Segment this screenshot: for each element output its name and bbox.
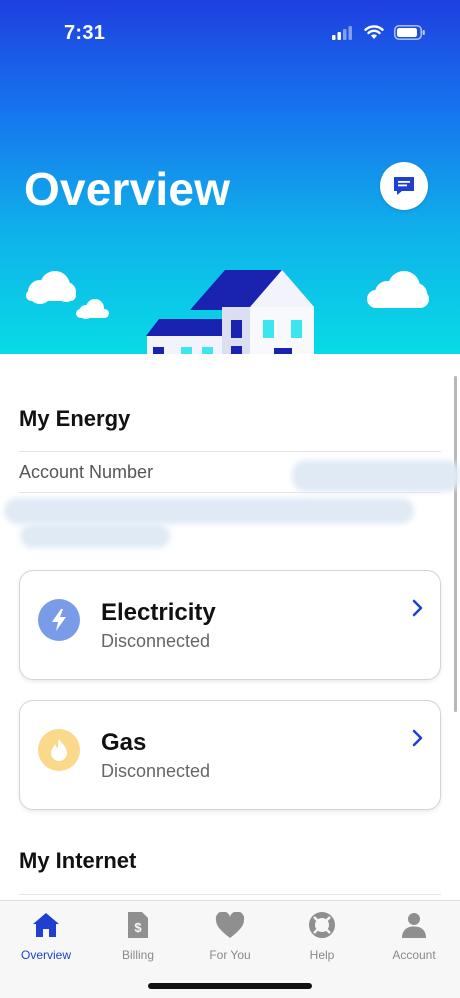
divider [19,451,441,452]
electricity-card[interactable]: Electricity Disconnected [19,570,441,680]
divider [19,894,441,895]
cloud-right [367,271,429,308]
cloud-left [26,271,76,304]
chevron-right-icon[interactable] [412,729,424,747]
gas-card[interactable]: Gas Disconnected [19,700,441,810]
tab-billing[interactable]: $ Billing [92,909,184,969]
tab-account[interactable]: Account [368,909,460,969]
main-content[interactable]: My Energy Account Number Electricity Dis… [0,354,460,900]
status-bar: 7:31 [0,0,460,60]
flame-icon [51,739,67,761]
electricity-icon-circle [38,599,80,641]
bill-icon: $ [128,912,148,938]
status-icons [332,25,426,40]
lightning-bolt-icon [52,609,66,631]
scrollbar[interactable] [454,376,457,712]
redacted-address-line-1 [4,498,414,524]
my-energy-title: My Energy [19,406,131,431]
chevron-right-icon[interactable] [412,599,424,617]
gas-status: Disconnected [101,761,211,781]
chat-button[interactable] [380,162,428,210]
tab-label: For You [209,948,251,962]
battery-icon [394,25,425,40]
redacted-address-line-2 [20,524,170,548]
account-number-label: Account Number [19,462,154,482]
house [146,270,314,354]
heart-icon [215,911,245,938]
status-time: 7:31 [64,22,106,44]
divider [19,492,441,493]
page-title: Overview [24,163,231,215]
redacted-account-number [292,460,460,492]
home-icon [33,913,59,937]
cloud-small [76,299,109,319]
cellular-signal-icon [332,25,352,40]
my-internet-title: My Internet [19,848,137,873]
tab-label: Account [392,948,436,962]
gas-title: Gas [101,729,147,756]
hero-header: 7:31 Overview [0,0,460,354]
tab-label: Overview [20,948,71,962]
tab-label: Billing [121,948,154,962]
tab-for-you[interactable]: For You [184,909,276,969]
tab-help[interactable]: Help [276,909,368,969]
person-icon [402,913,426,938]
wifi-icon [364,25,384,39]
tab-label: Help [309,948,335,962]
svg-text:$: $ [134,920,142,935]
chat-bubble-icon [394,177,414,195]
tab-overview[interactable]: Overview [0,909,92,969]
gas-icon-circle [38,729,80,771]
electricity-title: Electricity [101,599,216,626]
lifebuoy-icon [309,912,335,938]
house-illustration [26,270,429,354]
electricity-status: Disconnected [101,631,211,651]
home-indicator[interactable] [148,983,312,989]
